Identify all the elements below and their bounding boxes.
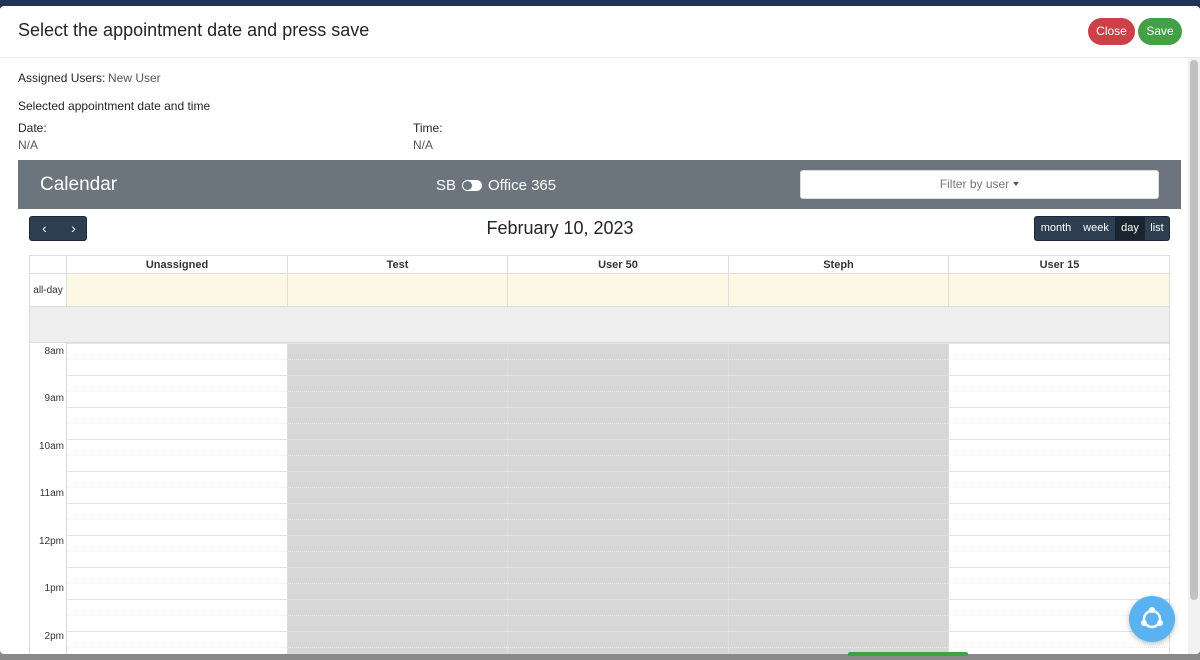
time-gutter-header: [30, 255, 67, 274]
slot-line: [67, 647, 1169, 648]
calendar-header-bar: Calendar SB Office 365 Filter by user: [18, 160, 1181, 209]
network-icon: [1141, 607, 1163, 629]
event-peek[interactable]: [848, 652, 968, 656]
day-column-steph[interactable]: [729, 343, 949, 654]
allday-label: all-day: [30, 274, 67, 307]
slot-line: [67, 551, 1169, 552]
allday-cell-steph[interactable]: [729, 274, 949, 307]
day-column-test[interactable]: [288, 343, 508, 654]
caret-down-icon: [1013, 181, 1020, 186]
column-header-steph: Steph: [729, 255, 949, 274]
chat-widget-button[interactable]: [1129, 596, 1175, 642]
slot-line: [67, 487, 1169, 488]
date-value: N/A: [18, 138, 39, 152]
time-label: Time:: [413, 121, 443, 135]
modal-header: Select the appointment date and press sa…: [0, 6, 1200, 58]
slot-line: [67, 439, 1169, 440]
time-label-9am: 9am: [44, 393, 64, 404]
slot-line: [67, 423, 1169, 424]
toggle-right-label: Office 365: [488, 177, 557, 194]
allday-row: all-day: [30, 274, 1169, 307]
time-label-12pm: 12pm: [38, 536, 64, 547]
close-button[interactable]: Close: [1088, 18, 1135, 45]
allday-cell-test[interactable]: [288, 274, 508, 307]
slot-line: [67, 615, 1169, 616]
allday-cell-unassigned[interactable]: [67, 274, 288, 307]
calendar-title: Calendar: [40, 174, 118, 195]
allday-divider: [30, 307, 1169, 343]
allday-cell-user-15[interactable]: [949, 274, 1169, 307]
slot-line: [67, 471, 1169, 472]
slot-line: [67, 455, 1169, 456]
appointment-modal: Select the appointment date and press sa…: [0, 6, 1200, 654]
slot-line: [67, 535, 1169, 536]
toggle-knob-icon: [463, 181, 472, 190]
column-header-user-50: User 50: [508, 255, 729, 274]
time-label-10am: 10am: [38, 441, 64, 452]
slot-line: [67, 599, 1169, 600]
time-label-8am: 8am: [44, 346, 64, 357]
slot-line: [67, 391, 1169, 392]
time-label-2pm: 2pm: [44, 631, 64, 642]
date-label: Date:: [18, 121, 47, 135]
slot-line: [67, 503, 1169, 504]
save-button[interactable]: Save: [1138, 18, 1182, 45]
prev-button[interactable]: ‹: [30, 217, 59, 240]
modal-title: Select the appointment date and press sa…: [18, 20, 370, 40]
time-value: N/A: [413, 138, 434, 152]
slot-line: [67, 407, 1169, 408]
slot-line: [67, 359, 1169, 360]
view-week-button[interactable]: week: [1077, 217, 1115, 240]
day-column-unassigned[interactable]: [67, 343, 288, 654]
slot-line: [67, 343, 1169, 344]
view-day-button[interactable]: day: [1115, 217, 1145, 240]
page-bottom-band: [0, 654, 1200, 660]
column-header-unassigned: Unassigned: [67, 255, 288, 274]
filter-label: Filter by user: [939, 177, 1010, 191]
chevron-right-icon: ›: [71, 220, 76, 236]
date-nav-group: ‹ ›: [29, 216, 87, 241]
toggle-left-label: SB: [436, 177, 457, 194]
allday-cell-user-50[interactable]: [508, 274, 729, 307]
time-gutter: 8am 9am 10am 11am 12pm 1pm 2pm: [30, 343, 67, 654]
modal-scrollbar-thumb[interactable]: [1190, 60, 1198, 600]
slot-line: [67, 567, 1169, 568]
filter-by-user-dropdown[interactable]: Filter by user: [800, 170, 1159, 199]
time-label-1pm: 1pm: [44, 583, 64, 594]
chevron-left-icon: ‹: [42, 220, 47, 236]
assigned-users-value: New User: [108, 71, 161, 85]
day-column-user-50[interactable]: [508, 343, 729, 654]
next-button[interactable]: ›: [59, 217, 88, 240]
view-list-button[interactable]: list: [1145, 217, 1169, 240]
assigned-users-label: Assigned Users:: [18, 71, 106, 85]
column-header-user-15: User 15: [949, 255, 1169, 274]
column-header-test: Test: [288, 255, 508, 274]
view-switcher: month week day list: [1034, 216, 1170, 241]
slot-line: [67, 583, 1169, 584]
slot-line: [67, 519, 1169, 520]
slot-line: [67, 631, 1169, 632]
slot-line: [67, 375, 1169, 376]
view-month-button[interactable]: month: [1035, 217, 1077, 240]
selected-heading: Selected appointment date and time: [18, 99, 211, 113]
current-date-title: February 10, 2023: [486, 218, 634, 238]
day-grid: Unassigned Test User 50 Steph User 15 al…: [29, 255, 1170, 654]
time-label-11am: 11am: [39, 488, 64, 499]
